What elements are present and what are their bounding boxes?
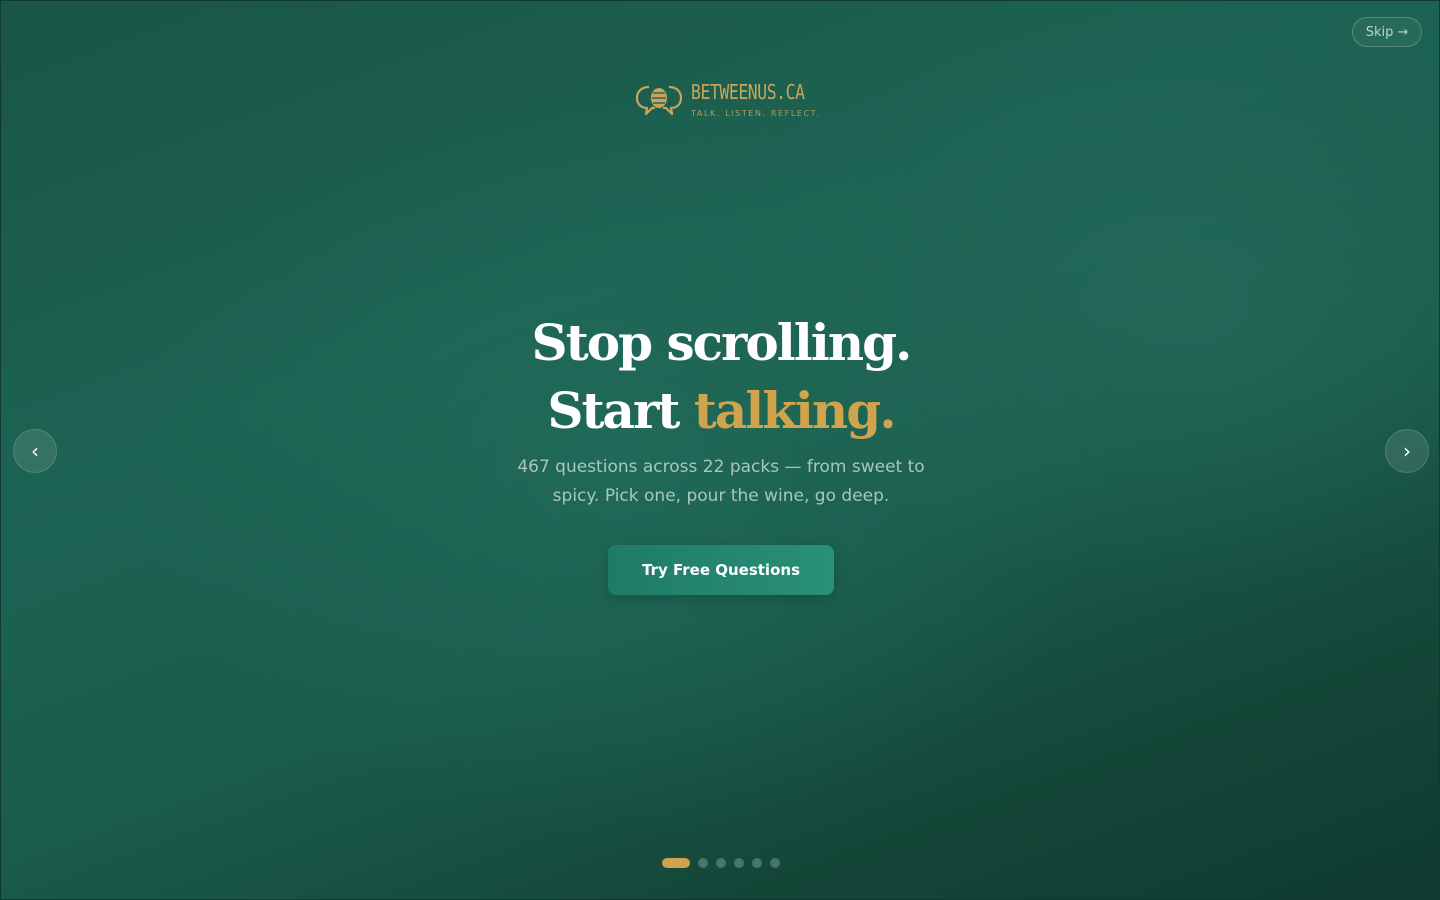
skip-button[interactable]: Skip → bbox=[1352, 17, 1422, 47]
pagination-dot[interactable] bbox=[716, 858, 726, 868]
carousel-pagination bbox=[662, 858, 780, 868]
hero-headline: Stop scrolling. Start talking. bbox=[1, 309, 1439, 445]
pagination-dot[interactable] bbox=[698, 858, 708, 868]
chevron-right-icon: › bbox=[1403, 439, 1411, 463]
logo-name: BETWEENUS.CA bbox=[691, 80, 805, 104]
headline-accent: talking. bbox=[693, 381, 897, 440]
headline-line-1: Stop scrolling. bbox=[531, 313, 913, 372]
pagination-dot[interactable] bbox=[770, 858, 780, 868]
carousel-prev-button[interactable]: ‹ bbox=[13, 429, 57, 473]
pagination-dot[interactable] bbox=[752, 858, 762, 868]
hero-subtext: 467 questions across 22 packs — from swe… bbox=[517, 457, 925, 506]
logo-tagline: TALK. LISTEN. REFLECT. bbox=[691, 109, 821, 118]
speech-bubbles-logo-icon bbox=[635, 85, 683, 116]
try-free-questions-button[interactable]: Try Free Questions bbox=[608, 545, 834, 595]
carousel-next-button[interactable]: › bbox=[1385, 429, 1429, 473]
headline-line-2: Start talking. bbox=[1, 377, 1439, 445]
headline-line-2-start: Start bbox=[547, 381, 694, 440]
logo: BETWEENUS.CA TALK. LISTEN. REFLECT. bbox=[635, 79, 830, 119]
pagination-dot[interactable] bbox=[734, 858, 744, 868]
skip-label: Skip bbox=[1365, 24, 1394, 40]
pagination-dot[interactable] bbox=[662, 858, 690, 868]
arrow-right-icon: → bbox=[1397, 24, 1409, 40]
chevron-left-icon: ‹ bbox=[31, 439, 39, 463]
onboarding-slide: Skip → BETWEENUS.CA TALK. LISTEN. REFLEC… bbox=[0, 0, 1440, 900]
